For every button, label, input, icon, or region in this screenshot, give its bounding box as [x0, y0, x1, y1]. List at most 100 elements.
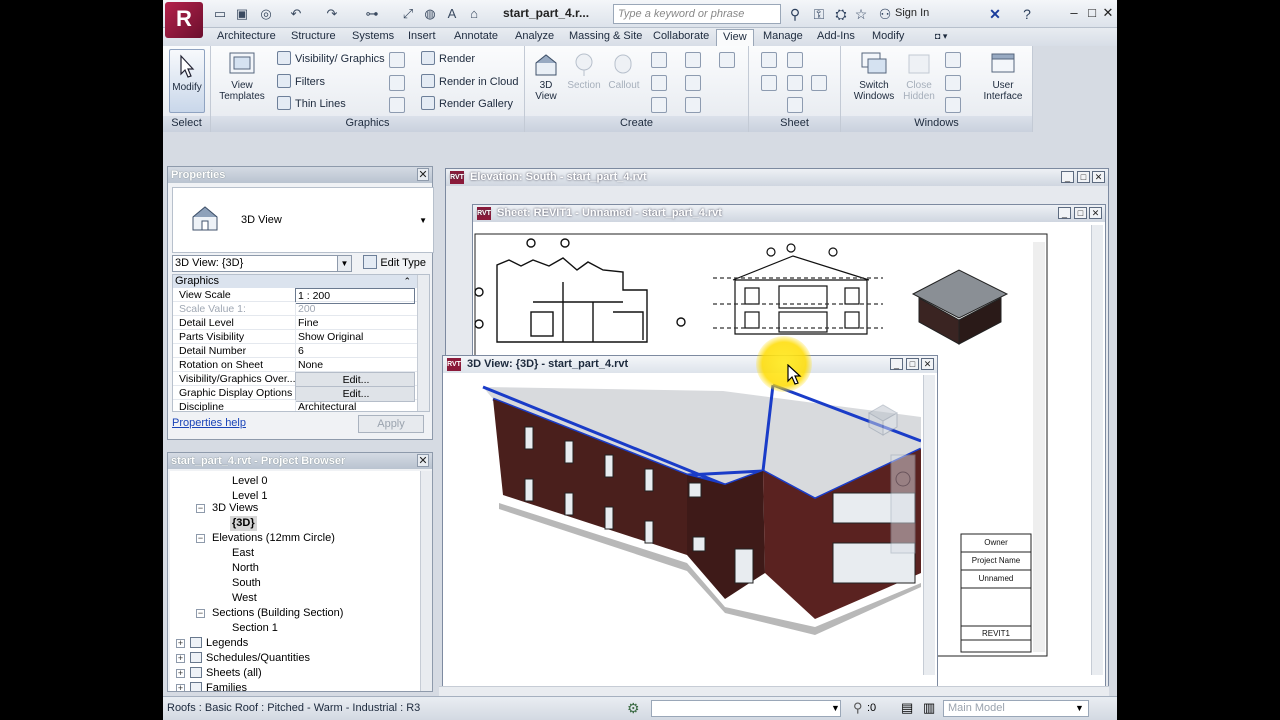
- filters-button[interactable]: Filters: [277, 73, 325, 91]
- modify-button[interactable]: Modify: [169, 49, 205, 113]
- schedules-icon[interactable]: [685, 97, 701, 113]
- expand-sheets-icon[interactable]: +: [176, 669, 185, 678]
- cut-profile-icon[interactable]: [389, 97, 405, 113]
- properties-scrollbar[interactable]: [417, 275, 429, 411]
- tree-3d-views[interactable]: 3D Views: [212, 501, 258, 516]
- 3d-maximize-icon[interactable]: □: [906, 358, 919, 370]
- guide-grid-icon[interactable]: [787, 97, 803, 113]
- tab-insert[interactable]: Insert: [402, 29, 442, 46]
- tag-icon[interactable]: ◍: [421, 5, 439, 23]
- elevation-minimize-icon[interactable]: _: [1061, 171, 1074, 183]
- ribbon-toggle-icon[interactable]: ◘ ▾: [929, 29, 953, 46]
- save-icon[interactable]: ▣: [233, 5, 251, 23]
- 3d-view-window[interactable]: RVT 3D View: {3D} - start_part_4.rvt _ □ …: [442, 355, 938, 692]
- 3d-close-icon[interactable]: ✕: [921, 358, 934, 370]
- 3d-minimize-icon[interactable]: _: [890, 358, 903, 370]
- subscription-icon[interactable]: ⚿: [809, 4, 829, 24]
- switch-windows-button[interactable]: Switch Windows: [851, 50, 897, 102]
- expand-schedules-icon[interactable]: +: [176, 654, 185, 663]
- expand-legends-icon[interactable]: +: [176, 639, 185, 648]
- user-interface-button[interactable]: User Interface: [975, 50, 1031, 102]
- tab-annotate[interactable]: Annotate: [448, 29, 504, 46]
- remove-hidden-lines-icon[interactable]: [389, 75, 405, 91]
- favorites-icon[interactable]: ☆: [851, 4, 871, 24]
- tab-collaborate[interactable]: Collaborate: [647, 29, 715, 46]
- tree-east[interactable]: East: [232, 546, 254, 561]
- filter-icon[interactable]: ⚲: [853, 700, 863, 716]
- status-chevron-down-icon[interactable]: ▼: [831, 703, 840, 713]
- prop-detail-number[interactable]: Detail Number 6: [173, 344, 429, 358]
- tree-sheets[interactable]: Sheets (all): [190, 666, 262, 681]
- tab-structure[interactable]: Structure: [285, 29, 342, 46]
- sync-icon[interactable]: ◎: [257, 5, 275, 23]
- callout-button[interactable]: Callout: [605, 50, 643, 91]
- expand-3d-views-icon[interactable]: −: [196, 504, 205, 513]
- drafting-view-icon[interactable]: [651, 97, 667, 113]
- properties-close-icon[interactable]: ✕: [417, 168, 429, 181]
- tab-systems[interactable]: Systems: [346, 29, 400, 46]
- matchline-icon[interactable]: [811, 75, 827, 91]
- text-icon[interactable]: A: [443, 5, 461, 23]
- render-button[interactable]: Render: [421, 50, 475, 68]
- sign-in-link[interactable]: Sign In: [895, 7, 929, 19]
- close-button[interactable]: ✕: [1099, 4, 1117, 22]
- render-in-cloud-button[interactable]: Render in Cloud: [421, 73, 519, 91]
- tree-elevations[interactable]: Elevations (12mm Circle): [212, 531, 335, 546]
- minimize-button[interactable]: –: [1065, 4, 1083, 22]
- duplicate-view-icon[interactable]: [685, 52, 701, 68]
- design-options-field[interactable]: [651, 700, 841, 717]
- prop-visibility-graphics-overrides[interactable]: Visibility/Graphics Over... Edit...: [173, 372, 429, 388]
- redo-icon[interactable]: ↷: [323, 5, 341, 23]
- undo-icon[interactable]: ↶: [287, 5, 305, 23]
- comm-center-icon[interactable]: ⛭: [831, 4, 851, 24]
- prop-view-scale[interactable]: View Scale 1 : 200: [173, 288, 429, 304]
- open-icon[interactable]: ▭: [211, 5, 229, 23]
- tab-analyze[interactable]: Analyze: [509, 29, 560, 46]
- legends-icon[interactable]: [685, 75, 701, 91]
- visibility-graphics-button[interactable]: Visibility/ Graphics: [277, 50, 385, 68]
- worksets-icon[interactable]: ⚙: [627, 700, 640, 717]
- elevation-h-scrollbar[interactable]: [439, 686, 1109, 696]
- application-menu-button[interactable]: R: [165, 2, 203, 38]
- plan-views-icon[interactable]: [651, 52, 667, 68]
- close-hidden-button[interactable]: Close Hidden: [899, 50, 939, 102]
- active-model-select[interactable]: Main Model: [943, 700, 1089, 717]
- expand-sections-icon[interactable]: −: [196, 609, 205, 618]
- tile-icon[interactable]: [945, 97, 961, 113]
- title-block-icon[interactable]: [787, 52, 803, 68]
- 3d-view-scrollbar[interactable]: [923, 375, 935, 675]
- prop-graphic-display-options[interactable]: Graphic Display Options Edit...: [173, 386, 429, 402]
- prop-rotation-on-sheet[interactable]: Rotation on Sheet None: [173, 358, 429, 372]
- prop-detail-level[interactable]: Detail Level Fine: [173, 316, 429, 330]
- tree-schedules[interactable]: Schedules/Quantities: [190, 651, 310, 666]
- exchange-apps-icon[interactable]: ✕: [985, 4, 1005, 24]
- search-input[interactable]: Type a keyword or phrase: [613, 4, 781, 24]
- 3d-model-canvas[interactable]: [443, 373, 921, 691]
- view-templates-button[interactable]: View Templates: [219, 50, 265, 102]
- expand-families-icon[interactable]: +: [176, 684, 185, 691]
- group-graphics[interactable]: Graphics ⌃: [173, 275, 429, 288]
- edit-type-button[interactable]: Edit Type: [356, 254, 430, 273]
- tree-level-0[interactable]: Level 0: [232, 474, 267, 489]
- tab-view[interactable]: View: [716, 29, 754, 46]
- tree-south[interactable]: South: [232, 576, 261, 591]
- tree-sections[interactable]: Sections (Building Section): [212, 606, 343, 621]
- scope-box-icon[interactable]: [719, 52, 735, 68]
- type-selector[interactable]: 3D View ▼: [172, 187, 434, 253]
- editable-only-icon[interactable]: ▥: [923, 700, 935, 716]
- select-links-icon[interactable]: ▤: [901, 700, 913, 716]
- show-hidden-lines-icon[interactable]: [389, 52, 405, 68]
- type-dropdown-icon[interactable]: ▼: [419, 216, 427, 225]
- tree-legends[interactable]: Legends: [190, 636, 248, 651]
- properties-help-link[interactable]: Properties help: [172, 417, 246, 429]
- binoculars-icon[interactable]: ⚲: [785, 4, 805, 24]
- tab-add-ins[interactable]: Add-Ins: [811, 29, 861, 46]
- place-view-icon[interactable]: [761, 75, 777, 91]
- sheet-scrollbar[interactable]: [1091, 225, 1103, 675]
- model-chevron-down-icon[interactable]: ▼: [1075, 703, 1084, 713]
- sheet-icon[interactable]: [761, 52, 777, 68]
- instance-filter-select[interactable]: 3D View: {3D} ▼: [172, 255, 352, 272]
- elevation-icon[interactable]: [651, 75, 667, 91]
- project-browser-close-icon[interactable]: ✕: [417, 454, 429, 467]
- expand-elevations-icon[interactable]: −: [196, 534, 205, 543]
